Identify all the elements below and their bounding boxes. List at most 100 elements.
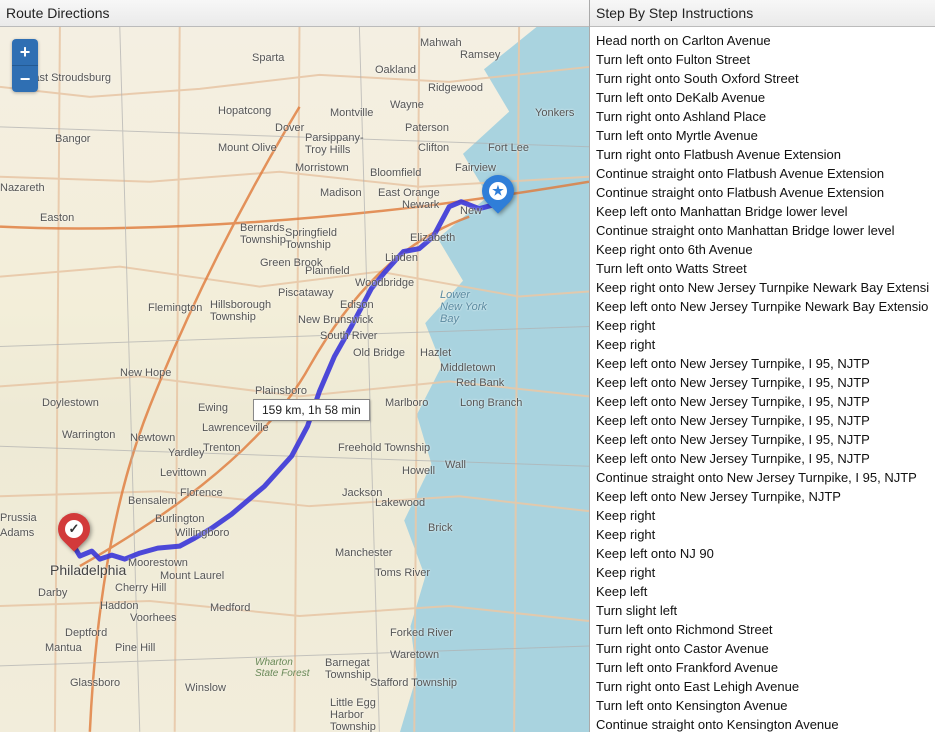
city-philadelphia: Philadelphia [50, 562, 126, 578]
city-freehold-twp: Freehold Township [338, 442, 430, 454]
direction-step[interactable]: Turn right onto Castor Avenue [596, 639, 929, 658]
direction-step[interactable]: Turn left onto Watts Street [596, 259, 929, 278]
city-long-branch: Long Branch [460, 397, 522, 409]
city-old-bridge: Old Bridge [353, 347, 405, 359]
city-moorestown: Moorestown [128, 557, 188, 569]
direction-step[interactable]: Keep left onto New Jersey Turnpike, I 95… [596, 392, 929, 411]
zoom-in-button[interactable]: + [12, 39, 38, 66]
city-marlboro: Marlboro [385, 397, 428, 409]
direction-step[interactable]: Turn right onto East Lehigh Avenue [596, 677, 929, 696]
direction-step[interactable]: Keep right [596, 563, 929, 582]
city-madison: Madison [320, 187, 362, 199]
route-start-marker[interactable]: ★ [482, 175, 514, 217]
city-montville: Montville [330, 107, 373, 119]
direction-step[interactable]: Continue straight onto New Jersey Turnpi… [596, 468, 929, 487]
direction-step[interactable]: Keep left onto New Jersey Turnpike, NJTP [596, 487, 929, 506]
city-hazlet: Hazlet [420, 347, 451, 359]
city-middletown: Middletown [440, 362, 496, 374]
city-flemington: Flemington [148, 302, 202, 314]
app-root: Route Directions [0, 0, 935, 732]
city-new: New [460, 205, 482, 217]
city-haddon: Haddon [100, 600, 139, 612]
city-winslow: Winslow [185, 682, 226, 694]
city-clifton: Clifton [418, 142, 449, 154]
city-woodbridge: Woodbridge [355, 277, 414, 289]
city-elizabeth: Elizabeth [410, 232, 455, 244]
city-manchester: Manchester [335, 547, 392, 559]
direction-step[interactable]: Keep right onto 6th Avenue [596, 240, 929, 259]
direction-step[interactable]: Turn left onto Richmond Street [596, 620, 929, 639]
city-wayne: Wayne [390, 99, 424, 111]
map-pane: Route Directions [0, 0, 590, 732]
direction-step[interactable]: Keep left onto New Jersey Turnpike, I 95… [596, 411, 929, 430]
city-linden: Linden [385, 252, 418, 264]
direction-step[interactable]: Keep right [596, 335, 929, 354]
city-fort-lee: Fort Lee [488, 142, 529, 154]
city-brick: Brick [428, 522, 452, 534]
direction-step[interactable]: Keep left onto New Jersey Turnpike Newar… [596, 297, 929, 316]
direction-step[interactable]: Keep left onto New Jersey Turnpike, I 95… [596, 430, 929, 449]
map-pane-header: Route Directions [0, 0, 589, 27]
city-dover: Dover [275, 122, 304, 134]
city-new-hope: New Hope [120, 367, 171, 379]
direction-step[interactable]: Continue straight onto Manhattan Bridge … [596, 221, 929, 240]
direction-step[interactable]: Keep left [596, 582, 929, 601]
direction-step[interactable]: Keep right [596, 506, 929, 525]
city-levittown: Levittown [160, 467, 206, 479]
city-burlington: Burlington [155, 513, 205, 525]
direction-step[interactable]: Turn left onto Kensington Avenue [596, 696, 929, 715]
direction-step[interactable]: Turn right onto South Oxford Street [596, 69, 929, 88]
city-florence: Florence [180, 487, 223, 499]
city-wall: Wall [445, 459, 466, 471]
zoom-out-button[interactable]: − [12, 66, 38, 92]
direction-step[interactable]: Turn left onto DeKalb Avenue [596, 88, 929, 107]
direction-step[interactable]: Keep right [596, 316, 929, 335]
direction-step[interactable]: Keep left onto New Jersey Turnpike, I 95… [596, 373, 929, 392]
city-medford: Medford [210, 602, 250, 614]
direction-step[interactable]: Turn left onto Frankford Avenue [596, 658, 929, 677]
city-prussia: Prussia [0, 512, 37, 524]
direction-step[interactable]: Turn right onto Ashland Place [596, 107, 929, 126]
direction-step[interactable]: Continue straight onto Flatbush Avenue E… [596, 164, 929, 183]
city-yardley: Yardley [168, 447, 204, 459]
city-voorhees: Voorhees [130, 612, 176, 624]
city-green-brook: Green Brook [260, 257, 322, 269]
city-easton: Easton [40, 212, 74, 224]
city-east-orange: East Orange [378, 187, 440, 199]
direction-step[interactable]: Turn slight left [596, 601, 929, 620]
direction-step[interactable]: Keep right [596, 525, 929, 544]
city-forked-river: Forked River [390, 627, 453, 639]
city-cherry-hill: Cherry Hill [115, 582, 166, 594]
directions-pane-title: Step By Step Instructions [596, 5, 753, 21]
directions-pane: Step By Step Instructions Head north on … [590, 0, 935, 732]
direction-step[interactable]: Keep left onto New Jersey Turnpike, I 95… [596, 449, 929, 468]
direction-step[interactable]: Keep left onto NJ 90 [596, 544, 929, 563]
city-newark: Newark [402, 199, 439, 211]
route-end-marker[interactable]: ✓ [58, 513, 90, 555]
city-yonkers: Yonkers [535, 107, 574, 119]
directions-list[interactable]: Head north on Carlton AvenueTurn left on… [590, 27, 935, 732]
city-bensalem: Bensalem [128, 495, 177, 507]
direction-step[interactable]: Keep left onto Manhattan Bridge lower le… [596, 202, 929, 221]
direction-step[interactable]: Keep right onto New Jersey Turnpike Newa… [596, 278, 929, 297]
direction-step[interactable]: Turn right onto Flatbush Avenue Extensio… [596, 145, 929, 164]
direction-step[interactable]: Turn left onto Fulton Street [596, 50, 929, 69]
star-icon: ★ [489, 182, 507, 200]
city-east-stroudsburg: East Stroudsburg [26, 72, 111, 84]
city-adams: Adams [0, 527, 34, 539]
city-hillsborough: Hillsborough Township [210, 299, 271, 323]
city-toms-river: Toms River [375, 567, 430, 579]
city-paterson: Paterson [405, 122, 449, 134]
city-ewing: Ewing [198, 402, 228, 414]
direction-step[interactable]: Continue straight onto Flatbush Avenue E… [596, 183, 929, 202]
city-plainsboro: Plainsboro [255, 385, 307, 397]
direction-step[interactable]: Continue straight onto Kensington Avenue [596, 715, 929, 732]
route-summary-text: 159 km, 1h 58 min [262, 403, 361, 417]
map-area[interactable]: Philadelphia Trenton Newark Yonkers New … [0, 27, 589, 732]
direction-step[interactable]: Keep left onto New Jersey Turnpike, I 95… [596, 354, 929, 373]
direction-step[interactable]: Turn left onto Myrtle Avenue [596, 126, 929, 145]
city-howell: Howell [402, 465, 435, 477]
city-ridgewood: Ridgewood [428, 82, 483, 94]
city-ramsey: Ramsey [460, 49, 500, 61]
direction-step[interactable]: Head north on Carlton Avenue [596, 31, 929, 50]
